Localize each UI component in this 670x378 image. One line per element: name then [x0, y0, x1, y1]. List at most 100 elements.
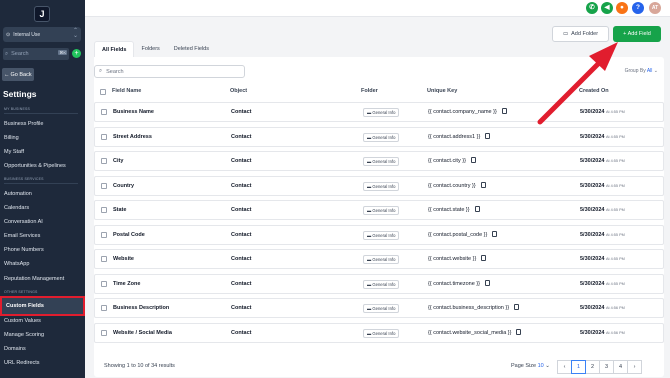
row-checkbox[interactable]	[101, 256, 107, 262]
search-input[interactable]: ⌕ Search	[94, 65, 245, 78]
go-back-button[interactable]: ← Go Back	[2, 68, 34, 81]
field-object: Contact	[231, 231, 252, 238]
table-row[interactable]: Business Name Contact ▬ General Info {{ con…	[94, 102, 664, 122]
page-button-1[interactable]: 1	[571, 360, 586, 374]
table-row[interactable]: State Contact ▬ General Info {{ contact.sta…	[94, 200, 664, 220]
tab-all-fields[interactable]: All Fields	[94, 41, 135, 57]
sidebar-item-my-staff[interactable]: My Staff	[4, 149, 24, 155]
table-row[interactable]: Country Contact ▬ General Info {{ contact.c…	[94, 175, 664, 196]
row-checkbox[interactable]	[101, 158, 107, 164]
row-checkbox[interactable]	[101, 305, 107, 311]
copy-icon[interactable]	[514, 304, 519, 310]
column-unique-key: Unique Key	[427, 88, 458, 94]
page-button-3[interactable]: 3	[599, 360, 614, 374]
field-object: Contact	[231, 109, 252, 115]
location-switcher[interactable]: ⊙ Internal Use ⌃ ⌄	[3, 27, 81, 42]
table-row[interactable]: City Contact ▬ General Info {{ contact.city…	[94, 151, 664, 171]
avatar[interactable]: AT	[649, 2, 661, 14]
app-logo[interactable]: J	[34, 6, 50, 22]
sidebar-item-automation[interactable]: Automation	[4, 191, 32, 197]
search-icon: ⌕	[5, 50, 9, 57]
location-name: Internal Use	[13, 31, 41, 38]
folder-badge: ▬ General Info	[363, 157, 400, 166]
created-time: At 4:55 PM	[606, 134, 625, 139]
copy-icon[interactable]	[481, 255, 486, 261]
add-folder-button[interactable]: ▭ Add Folder	[552, 26, 609, 42]
sidebar-item-custom-values[interactable]: Custom Values	[4, 318, 41, 324]
sidebar-item-custom-fields[interactable]: Custom Fields	[0, 296, 85, 316]
created-on: 5/30/2024 At 4:55 PM	[580, 134, 625, 140]
sidebar-search[interactable]: ⌕ Search ⌘K	[3, 48, 69, 60]
page-size-select[interactable]: Page Size 10 ⌄	[511, 363, 550, 369]
copy-icon[interactable]	[471, 157, 476, 163]
table-row[interactable]: Time Zone Contact ▬ General Info {{ contact…	[94, 273, 664, 294]
sidebar-item-manage-scoring[interactable]: Manage Scoring	[4, 332, 44, 338]
table-row[interactable]: Website Contact ▬ General Info {{ contact.w…	[94, 249, 664, 269]
help-icon[interactable]: ?	[632, 2, 644, 14]
field-name: Street Address	[113, 133, 152, 140]
sidebar-item-reputation[interactable]: Reputation Management	[4, 276, 64, 282]
copy-icon[interactable]	[485, 279, 490, 286]
unique-key: {{ contact.city }}	[428, 158, 466, 164]
row-checkbox[interactable]	[101, 329, 107, 336]
sidebar-item-conversation-ai[interactable]: Conversation AI	[4, 219, 43, 225]
table-row[interactable]: Website / Social Media Contact ▬ General I…	[94, 322, 664, 343]
created-date: 5/30/2024	[580, 256, 605, 262]
sidebar-item-billing[interactable]: Billing	[4, 135, 19, 141]
tab-deleted-fields[interactable]: Deleted Fields	[167, 41, 216, 57]
table-row[interactable]: Business Description Contact ▬ General Inf…	[94, 298, 664, 318]
created-date: 5/30/2024	[580, 280, 605, 287]
table-row[interactable]: Street Address Contact ▬ General Info {{ co…	[94, 126, 664, 147]
sidebar-item-opportunities[interactable]: Opportunities & Pipelines	[4, 163, 66, 169]
sidebar-item-email-services[interactable]: Email Services	[4, 233, 40, 239]
copy-icon[interactable]	[475, 206, 480, 212]
page-button-4[interactable]: 4	[613, 360, 628, 374]
row-checkbox[interactable]	[101, 207, 107, 213]
unique-key: {{ contact.business_description }}	[428, 305, 510, 311]
created-on: 5/30/2024 At 4:55 PM	[580, 232, 625, 238]
row-checkbox[interactable]	[101, 133, 107, 140]
folder-icon: ▭	[562, 31, 569, 37]
add-field-button[interactable]: + Add Field	[613, 26, 661, 42]
field-name: State	[113, 207, 127, 213]
row-checkbox[interactable]	[101, 182, 107, 189]
sidebar-item-calendars[interactable]: Calendars	[4, 205, 29, 211]
row-checkbox[interactable]	[101, 280, 107, 287]
sidebar-item-domains[interactable]: Domains	[4, 346, 26, 352]
group-by-value: All	[646, 68, 653, 74]
notification-icon[interactable]: ●	[616, 2, 628, 14]
folder-badge: ▬ General Info	[363, 108, 400, 117]
unique-key: {{ contact.country }}	[428, 182, 476, 189]
copy-icon[interactable]	[502, 108, 507, 114]
created-date: 5/30/2024	[580, 231, 605, 238]
page-prev-button[interactable]: ‹	[557, 360, 572, 374]
table-row[interactable]: Postal Code Contact ▬ General Info {{ conta…	[94, 224, 664, 245]
sidebar-item-phone-numbers[interactable]: Phone Numbers	[4, 247, 44, 253]
copy-icon[interactable]	[516, 328, 521, 335]
row-checkbox[interactable]	[101, 231, 107, 238]
page-size-value: 10	[537, 363, 544, 369]
group-by-select[interactable]: Group By All ⌄	[625, 68, 658, 74]
created-date: 5/30/2024	[580, 158, 605, 164]
unique-key: {{ contact.postal_code }}	[428, 231, 488, 238]
copy-icon[interactable]	[492, 230, 497, 237]
megaphone-icon[interactable]: ◀	[601, 2, 613, 14]
location-icon: ⊙	[6, 31, 11, 38]
section-other-settings: OTHER SETTINGS	[4, 290, 77, 297]
sidebar-item-url-redirects[interactable]: URL Redirects	[4, 360, 40, 366]
copy-icon[interactable]	[485, 132, 490, 139]
page-button-2[interactable]: 2	[585, 360, 600, 374]
quick-add-button[interactable]: +	[72, 49, 81, 58]
select-all-checkbox[interactable]	[100, 89, 106, 95]
sidebar-item-whatsapp[interactable]: WhatsApp	[4, 261, 29, 267]
field-object: Contact	[231, 305, 252, 311]
folder-badge: ▬ General Info	[363, 304, 400, 313]
page-next-button[interactable]: ›	[627, 360, 642, 374]
sidebar-item-business-profile[interactable]: Business Profile	[4, 121, 43, 127]
phone-icon[interactable]: ✆	[586, 2, 598, 14]
copy-icon[interactable]	[481, 181, 486, 188]
column-object: Object	[230, 88, 248, 94]
unique-key: {{ contact.website }}	[428, 256, 477, 262]
row-checkbox[interactable]	[101, 109, 107, 115]
tab-folders[interactable]: Folders	[134, 41, 166, 57]
